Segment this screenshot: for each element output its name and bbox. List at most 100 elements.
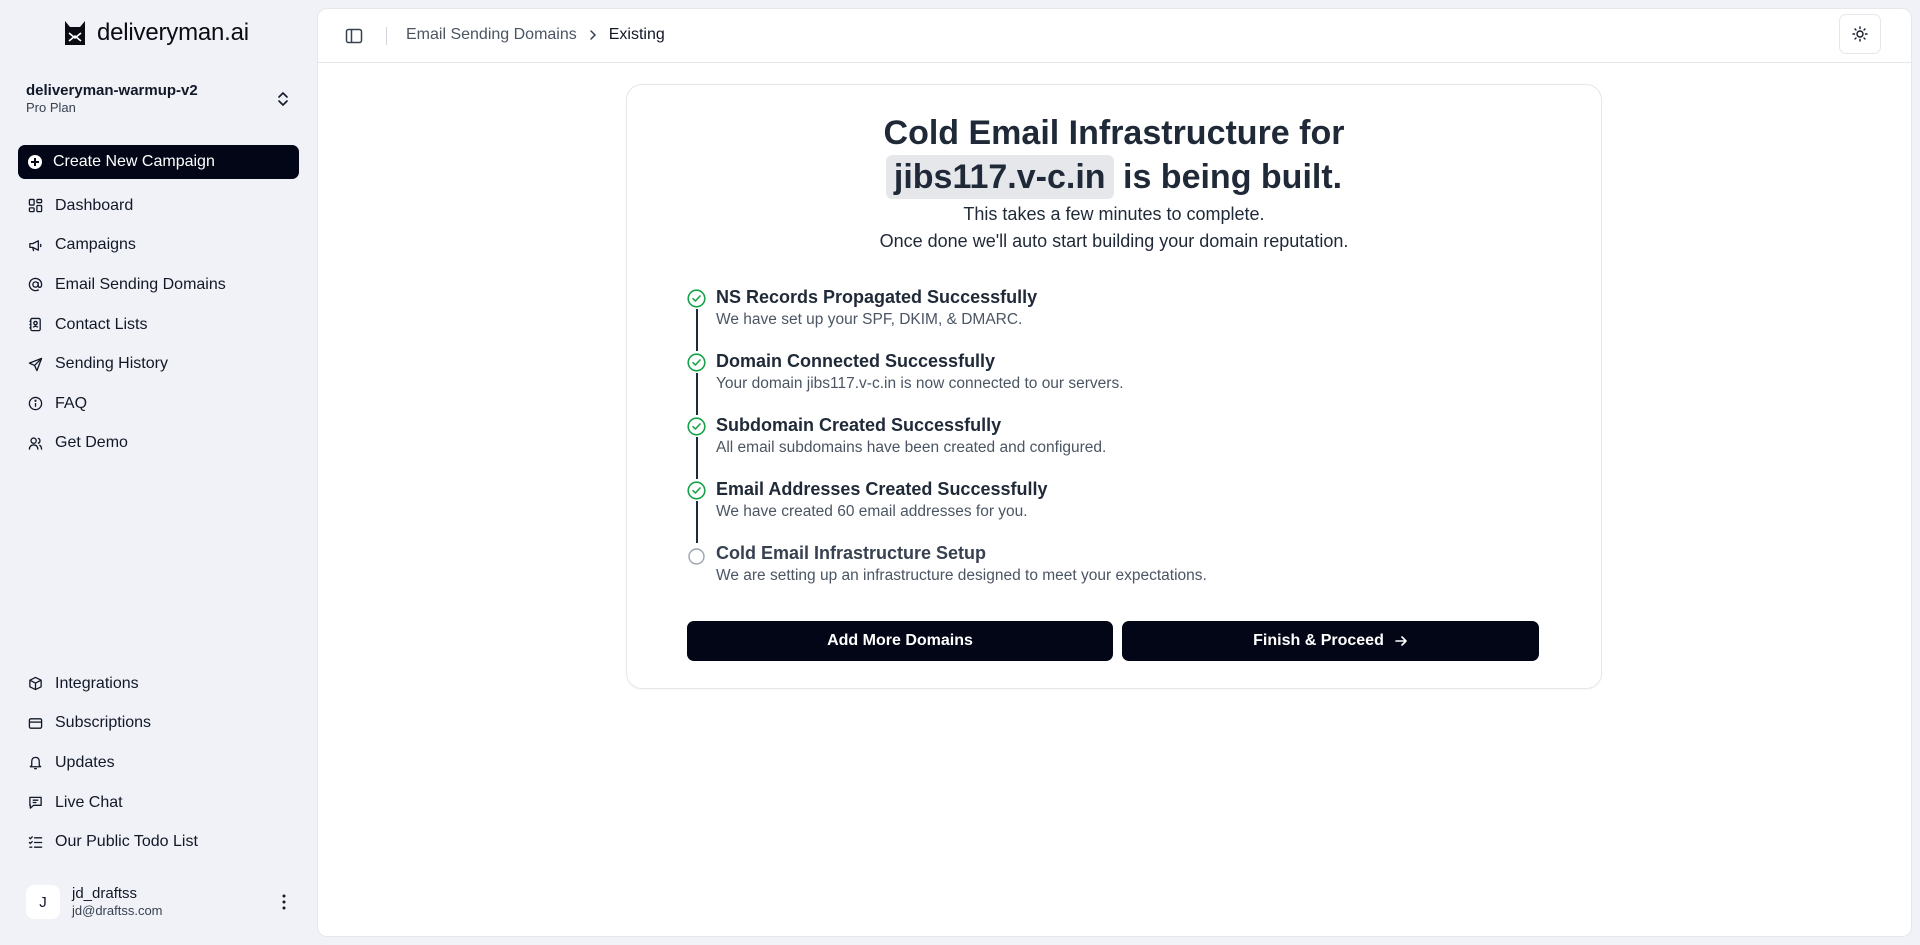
step-title: Domain Connected Successfully — [716, 351, 996, 371]
step-connector — [696, 309, 698, 351]
step-ns-records: NS Records Propagated Successfully We ha… — [687, 285, 1547, 351]
sidebar-item-label: Email Sending Domains — [55, 275, 226, 293]
headline-line1: Cold Email Infrastructure for — [883, 114, 1345, 152]
user-info: jd_draftss jd@draftss.com — [72, 885, 163, 919]
step-subdomain-created: Subdomain Created Successfully All email… — [687, 413, 1547, 479]
sidebar-item-label: Integrations — [55, 674, 139, 692]
more-vertical-icon[interactable] — [282, 894, 286, 910]
sidebar-item-email-sending-domains[interactable]: Email Sending Domains — [18, 265, 299, 305]
plus-circle-icon — [28, 155, 42, 169]
sidebar-item-label: FAQ — [55, 394, 88, 412]
step-title: Email Addresses Created Successfully — [716, 479, 1048, 499]
step-domain-connected: Domain Connected Successfully Your domai… — [687, 349, 1547, 415]
create-campaign-label: Create New Campaign — [53, 153, 215, 170]
sidebar-item-live-chat[interactable]: Live Chat — [18, 783, 299, 823]
arrow-right-icon — [1395, 636, 1407, 646]
breadcrumb: Email Sending Domains Existing — [406, 26, 665, 44]
sidebar-item-sending-history[interactable]: Sending History — [18, 344, 299, 384]
breadcrumb-current: Existing — [608, 26, 665, 43]
sidebar-toggle-icon[interactable] — [345, 27, 363, 45]
finish-proceed-label: Finish & Proceed — [1253, 632, 1384, 649]
step-description: We are setting up an infrastructure desi… — [716, 567, 1207, 584]
info-icon — [28, 397, 43, 411]
progress-steps: NS Records Propagated Successfully We ha… — [687, 285, 1547, 605]
sidebar-item-label: Dashboard — [55, 196, 134, 214]
step-description: All email subdomains have been created a… — [716, 439, 1107, 456]
sidebar-item-faq[interactable]: FAQ — [18, 384, 299, 424]
sidebar-item-public-todo-list[interactable]: Our Public Todo List — [18, 822, 299, 862]
chevrons-up-down-icon — [278, 92, 288, 106]
infrastructure-status-card: Cold Email Infrastructure for jibs117.v-… — [626, 84, 1602, 689]
sidebar-item-subscriptions[interactable]: Subscriptions — [18, 704, 299, 744]
bell-icon — [29, 757, 42, 770]
headline-suffix: is being built. — [1123, 158, 1343, 196]
sidebar-item-label: Live Chat — [55, 793, 123, 811]
step-connector — [696, 373, 698, 415]
subtitle-line2: Once done we'll auto start building your… — [879, 231, 1349, 251]
add-more-domains-label: Add More Domains — [827, 632, 973, 649]
chat-icon — [29, 796, 42, 809]
add-more-domains-button[interactable]: Add More Domains — [687, 621, 1113, 661]
domain-chip: jibs117.v-c.in — [885, 155, 1114, 199]
credit-card-icon — [28, 718, 43, 729]
check-circle-icon — [687, 353, 706, 372]
step-title: NS Records Propagated Successfully — [716, 287, 1038, 307]
sidebar-item-updates[interactable]: Updates — [18, 743, 299, 783]
step-description: We have set up your SPF, DKIM, & DMARC. — [716, 311, 1023, 328]
cat-logo-icon — [65, 21, 85, 45]
step-title: Cold Email Infrastructure Setup — [716, 543, 987, 563]
step-connector — [696, 437, 698, 479]
main-panel: Email Sending Domains Existing Cold Emai… — [317, 8, 1912, 937]
top-bar: Email Sending Domains Existing — [318, 9, 1911, 63]
send-icon — [28, 357, 43, 371]
sidebar-item-label: Contact Lists — [55, 315, 148, 333]
sidebar-item-integrations[interactable]: Integrations — [18, 664, 299, 704]
megaphone-icon — [29, 240, 42, 252]
sidebar-item-label: Subscriptions — [55, 714, 152, 732]
step-description: We have created 60 email addresses for y… — [716, 503, 1028, 520]
user-menu[interactable]: J jd_draftss jd@draftss.com — [26, 880, 296, 924]
topbar-divider — [386, 27, 387, 45]
sidebar-item-label: Get Demo — [55, 434, 128, 452]
create-campaign-button[interactable]: Create New Campaign — [18, 145, 299, 179]
chevron-right-icon — [590, 30, 596, 40]
sidebar-item-campaigns[interactable]: Campaigns — [18, 226, 299, 266]
main-nav: Dashboard Campaigns Email Sending Domain… — [18, 186, 299, 463]
theme-toggle-button[interactable] — [1839, 14, 1881, 54]
list-checks-icon — [28, 835, 43, 848]
sidebar-item-label: Our Public Todo List — [55, 833, 198, 851]
user-name: jd_draftss — [72, 885, 138, 902]
sidebar-item-dashboard[interactable]: Dashboard — [18, 186, 299, 226]
users-icon — [28, 437, 43, 450]
finish-proceed-button[interactable]: Finish & Proceed — [1122, 621, 1539, 661]
step-title: Subdomain Created Successfully — [716, 415, 1002, 435]
step-description: Your domain jibs117.v-c.in is now connec… — [716, 375, 1124, 392]
dashboard-icon — [28, 199, 43, 213]
check-circle-icon — [687, 481, 706, 500]
sidebar: deliveryman.ai deliveryman-warmup-v2 Pro… — [0, 0, 317, 945]
step-connector — [696, 501, 698, 543]
contact-book-icon — [29, 317, 41, 332]
sidebar-item-get-demo[interactable]: Get Demo — [18, 424, 299, 464]
at-sign-icon — [28, 278, 43, 292]
step-email-addresses-created: Email Addresses Created Successfully We … — [687, 477, 1547, 543]
sidebar-item-contact-lists[interactable]: Contact Lists — [18, 305, 299, 345]
check-circle-icon — [687, 289, 706, 308]
workspace-name: deliveryman-warmup-v2 — [26, 82, 198, 99]
page-title: Cold Email Infrastructure for jibs117.v-… — [627, 111, 1601, 199]
sidebar-item-label: Sending History — [55, 355, 168, 373]
brand-logo[interactable]: deliveryman.ai — [63, 16, 249, 50]
subtitle-line1: This takes a few minutes to complete. — [963, 204, 1265, 224]
user-email: jd@draftss.com — [72, 903, 163, 918]
sidebar-item-label: Updates — [55, 753, 115, 771]
avatar: J — [26, 885, 60, 919]
breadcrumb-email-sending-domains[interactable]: Email Sending Domains — [406, 26, 577, 44]
check-circle-icon — [687, 417, 706, 436]
secondary-nav: Integrations Subscriptions Updates Live … — [18, 664, 299, 862]
brand-name: deliveryman.ai — [97, 19, 249, 46]
workspace-plan: Pro Plan — [26, 100, 76, 115]
workspace-switcher[interactable]: deliveryman-warmup-v2 Pro Plan — [26, 82, 294, 118]
subtitle: This takes a few minutes to complete. On… — [627, 201, 1601, 255]
step-infrastructure-setup: Cold Email Infrastructure Setup We are s… — [687, 541, 1547, 605]
sun-icon — [1852, 26, 1868, 42]
